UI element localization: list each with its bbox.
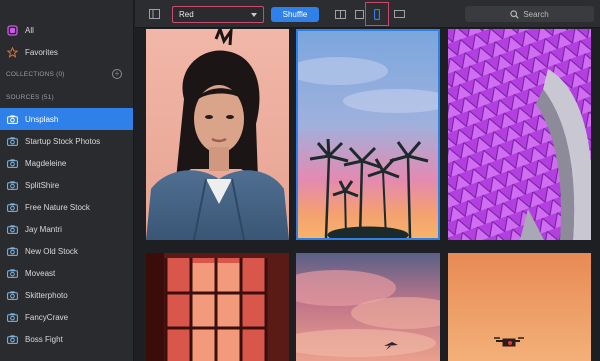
photo-image — [448, 253, 591, 361]
camera-icon — [7, 114, 18, 125]
photo-tile-clouds[interactable] — [296, 253, 440, 361]
square-view-icon — [354, 9, 364, 19]
sidebar-item-label: Favorites — [25, 47, 58, 57]
sidebar-source-label: Moveast — [25, 268, 56, 278]
photo-tile-architecture[interactable] — [448, 29, 591, 240]
photo-tile-portrait[interactable] — [146, 29, 289, 240]
photo-tile-palms-selected[interactable] — [296, 29, 440, 240]
landscape-view-icon — [393, 10, 405, 18]
camera-icon — [7, 224, 18, 235]
sidebar-source-item[interactable]: Moveast — [0, 262, 133, 284]
sidebar-source-label: SplitShire — [25, 180, 60, 190]
shuffle-button[interactable]: Shuffle — [271, 7, 319, 22]
camera-icon — [7, 290, 18, 301]
sidebar-source-label: Startup Stock Photos — [25, 136, 101, 146]
sidebar-item-favorites[interactable]: Favorites — [0, 41, 133, 63]
toggle-sidebar-button[interactable] — [147, 7, 161, 21]
add-collection-button[interactable]: + — [112, 69, 122, 79]
sidebar-source-item[interactable]: Startup Stock Photos — [0, 130, 133, 152]
view-square-button[interactable] — [353, 7, 365, 21]
photo-image — [448, 29, 591, 240]
photo-image — [146, 253, 289, 361]
photo-image — [298, 31, 438, 238]
sidebar: All Favorites COLLECTIONS (0) + SOURCES … — [0, 0, 134, 361]
sidebar-source-label: FancyCrave — [25, 312, 69, 322]
collections-header: COLLECTIONS (0) + — [6, 69, 130, 79]
all-icon — [7, 24, 18, 36]
camera-icon — [7, 158, 18, 169]
portrait-view-icon — [374, 8, 380, 20]
search-icon — [510, 9, 520, 19]
camera-icon — [7, 202, 18, 213]
sidebar-toggle-icon — [148, 9, 160, 19]
camera-icon — [7, 246, 18, 257]
view-portrait-button[interactable] — [371, 7, 383, 21]
search-placeholder: Search — [523, 9, 549, 19]
color-filter-value: Red — [179, 10, 194, 19]
photo-image — [146, 29, 289, 240]
color-filter-dropdown[interactable]: Red — [172, 6, 264, 23]
view-landscape-button[interactable] — [392, 7, 406, 21]
sidebar-source-label: Jay Mantri — [25, 224, 62, 234]
collections-header-label: COLLECTIONS (0) — [6, 71, 65, 78]
search-field[interactable]: Search — [465, 6, 594, 22]
sidebar-source-label: Unsplash — [25, 114, 59, 124]
sidebar-source-label: Magdeleine — [25, 158, 67, 168]
sidebar-source-label: Free Nature Stock — [25, 202, 90, 212]
camera-icon — [7, 136, 18, 147]
sidebar-source-item[interactable]: Skitterphoto — [0, 284, 133, 306]
sidebar-item-all[interactable]: All — [0, 19, 133, 41]
view-large-grid-button[interactable] — [334, 7, 346, 21]
grid-large-icon — [334, 9, 346, 19]
photo-tile-window[interactable] — [146, 253, 289, 361]
star-icon — [7, 46, 18, 58]
app-window: All Favorites COLLECTIONS (0) + SOURCES … — [0, 0, 600, 361]
camera-icon — [7, 334, 18, 345]
sidebar-source-item[interactable]: Magdeleine — [0, 152, 133, 174]
toolbar: Red Shuffle Search — [135, 0, 600, 28]
sidebar-source-item[interactable]: SplitShire — [0, 174, 133, 196]
sidebar-source-item[interactable]: Boss Fight — [0, 328, 133, 350]
sidebar-item-label: All — [25, 25, 34, 35]
sidebar-source-label: Boss Fight — [25, 334, 63, 344]
sidebar-source-item[interactable]: Jay Mantri — [0, 218, 133, 240]
camera-icon — [7, 180, 18, 191]
sidebar-source-label: Skitterphoto — [25, 290, 68, 300]
sources-header: SOURCES (51) — [6, 94, 54, 101]
camera-icon — [7, 312, 18, 323]
sidebar-source-item[interactable]: Free Nature Stock — [0, 196, 133, 218]
photo-image — [296, 253, 440, 361]
sidebar-source-item[interactable]: Unsplash — [0, 108, 133, 130]
photo-tile-drone[interactable] — [448, 253, 591, 361]
chevron-down-icon — [251, 13, 257, 17]
sidebar-source-item[interactable]: New Old Stock — [0, 240, 133, 262]
camera-icon — [7, 268, 18, 279]
sidebar-source-item[interactable]: FancyCrave — [0, 306, 133, 328]
sidebar-source-label: New Old Stock — [25, 246, 78, 256]
